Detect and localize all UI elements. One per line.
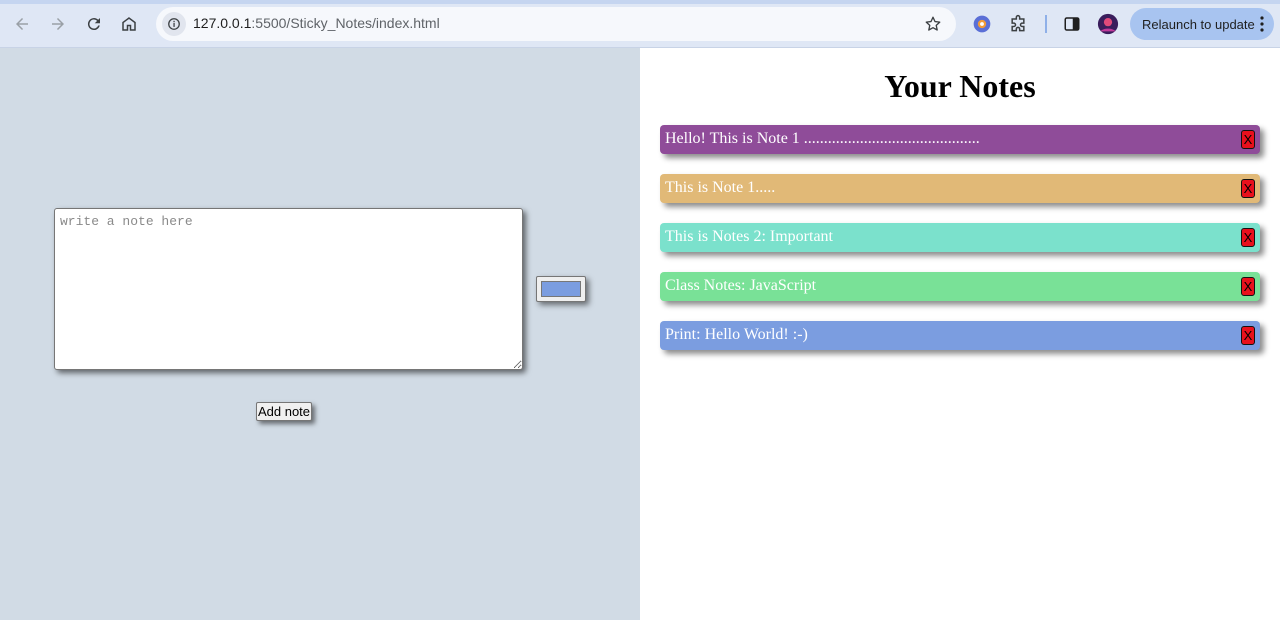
note-textarea[interactable] [54, 208, 523, 370]
arrow-right-icon [52, 18, 64, 30]
avatar-icon [1097, 13, 1119, 35]
url-text: 127.0.0.1:5500/Sticky_Notes/index.html [193, 15, 440, 31]
note-item: Class Notes: JavaScript X [660, 272, 1260, 301]
note-text: This is Note 1..... [665, 179, 776, 196]
arrow-left-icon [16, 18, 28, 30]
delete-note-button[interactable]: X [1241, 277, 1255, 296]
notes-heading: Your Notes [884, 68, 1036, 104]
bookmark-star-icon[interactable] [924, 15, 942, 33]
notes-pane: Your Notes Hello! This is Note 1 .......… [640, 48, 1280, 620]
home-icon [122, 17, 136, 31]
note-item: This is Note 1..... X [660, 174, 1260, 203]
note-item: Print: Hello World! :-) X [660, 321, 1260, 350]
more-options-icon[interactable] [1260, 15, 1264, 33]
forward-button[interactable] [44, 10, 72, 38]
url-path: :5500/Sticky_Notes/index.html [251, 15, 440, 31]
note-text: Class Notes: JavaScript [665, 277, 817, 294]
toolbar-divider [1045, 15, 1047, 33]
note-text: This is Notes 2: Important [665, 228, 833, 245]
site-info-button[interactable] [162, 12, 186, 36]
note-item: This is Notes 2: Important X [660, 223, 1260, 252]
note-text: Hello! This is Note 1 ..................… [665, 130, 980, 147]
info-icon [168, 18, 180, 30]
add-note-button[interactable]: Add note [256, 402, 312, 421]
side-panel-icon [1064, 17, 1080, 31]
relaunch-button[interactable]: Relaunch to update [1130, 8, 1274, 40]
address-bar[interactable]: 127.0.0.1:5500/Sticky_Notes/index.html [156, 7, 956, 41]
delete-note-button[interactable]: X [1241, 130, 1255, 149]
browser-toolbar: 127.0.0.1:5500/Sticky_Notes/index.html R… [0, 0, 1280, 48]
color-swatch [541, 281, 581, 297]
note-form-pane: Add note [0, 48, 640, 620]
note-text: Print: Hello World! :-) [665, 326, 808, 343]
back-button[interactable] [8, 10, 36, 38]
profile-button[interactable] [1097, 13, 1119, 35]
home-button[interactable] [115, 10, 143, 38]
delete-note-button[interactable]: X [1241, 326, 1255, 345]
relaunch-label: Relaunch to update [1142, 16, 1255, 32]
reload-icon [87, 18, 100, 31]
extensions-button[interactable] [1007, 13, 1029, 35]
color-picker[interactable] [536, 276, 586, 302]
note-item: Hello! This is Note 1 ..................… [660, 125, 1260, 154]
side-panel-button[interactable] [1061, 13, 1083, 35]
puzzle-icon [1011, 14, 1025, 32]
delete-note-button[interactable]: X [1241, 228, 1255, 247]
extension-logo-icon [973, 15, 991, 33]
reload-button[interactable] [80, 10, 108, 38]
url-host: 127.0.0.1 [193, 15, 252, 31]
extension-icon[interactable] [971, 13, 993, 35]
delete-note-button[interactable]: X [1241, 179, 1255, 198]
